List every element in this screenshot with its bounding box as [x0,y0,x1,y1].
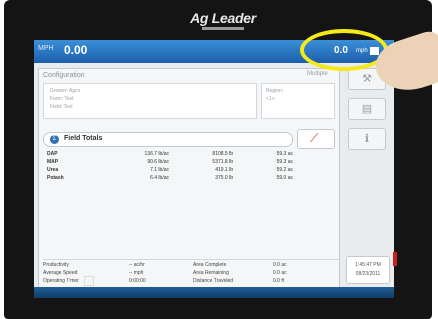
document-icon: ▤ [361,103,373,115]
summary-value: 0.0 ac [273,262,287,268]
wrench-icon: ⚒ [362,73,372,85]
applicator-icon: ⟋ [310,131,319,145]
region-value: <1> [266,96,275,102]
field-totals-title: Field Totals [64,135,103,142]
summary-value: 0:00:00 [129,278,146,284]
product-area: 59.3 ac [276,151,293,157]
product-name: DAP [47,151,58,157]
info-button[interactable]: ℹ [348,128,386,150]
grid-icon[interactable] [84,276,94,286]
region-label: Region: [266,88,284,94]
region-box[interactable]: Region: <1> [261,83,335,119]
summary-label: Productivity [43,262,69,268]
table-row: MAP 90.6 lb/ac 5371.8 lb 59.3 ac [47,159,337,167]
summary-value: -- ac/hr [129,262,145,268]
summary-label: Distance Traveled [193,278,234,284]
field-line: Field: Test [50,104,73,110]
configuration-title: Configuration [43,72,85,79]
report-button[interactable]: ▤ [348,98,386,120]
summary-value: 0.0 ac [273,270,287,276]
configuration-mode: Multiple [307,71,328,77]
summary-value: 0.0 ft [273,278,285,284]
product-total: 375.0 lb [215,175,233,181]
product-rate: 90.6 lb/ac [147,159,169,165]
product-total: 8108.5 lb [212,151,233,157]
status-led [393,252,397,266]
clock-date: 08/23/2011 [355,271,381,277]
product-name: Urea [47,167,59,173]
clock-box: 1:45:47 PM 08/23/2011 [346,256,390,284]
clock-time: 1:45:47 PM [355,262,381,268]
product-rate: 136.7 lb/ac [144,151,169,157]
main-panel: Configuration Multiple Grower: Agco Farm… [38,68,340,288]
farm-line: Farm: Test [50,96,74,102]
brand-underline [202,27,244,30]
product-area: 59.3 ac [276,159,293,165]
field-totals-table: DAP 136.7 lb/ac 8108.5 lb 59.3 ac MAP 90… [47,151,337,183]
table-row: Urea 7.1 lb/ac 419.1 lb 59.2 ac [47,167,337,175]
home-icon[interactable]: ⌂ [64,274,71,286]
summary-row: Productivity -- ac/hr Area Complete 0.0 … [43,262,339,270]
bottom-bar [34,287,394,298]
summary-label: Average Speed [43,270,78,276]
product-area: 59.0 ac [276,175,293,181]
product-total: 419.1 lb [215,167,233,173]
grower-line: Grower: Agco [50,88,81,94]
summary-value: -- mph [129,270,144,276]
speed-value-left[interactable]: 0.00 [64,43,87,57]
table-row: DAP 136.7 lb/ac 8108.5 lb 59.3 ac [47,151,337,159]
product-rate: 6.4 lb/ac [150,175,169,181]
field-totals-tab[interactable]: Σ Field Totals [43,132,293,147]
product-name: Potash [47,175,64,181]
speed-label-left: MPH [38,45,54,52]
brand-logo: Ag Leader [190,10,256,26]
table-row: Potash 6.4 lb/ac 375.0 lb 59.0 ac [47,175,337,183]
product-area: 59.2 ac [276,167,293,173]
summary-label: Operating Timer [43,278,79,284]
totals-icon: Σ [50,135,59,144]
applicator-button[interactable]: ⟋ [297,129,335,149]
product-rate: 7.1 lb/ac [150,167,169,173]
product-name: MAP [47,159,59,165]
configuration-box[interactable]: Grower: Agco Farm: Test Field: Test [43,83,257,119]
product-total: 5371.8 lb [212,159,233,165]
side-toolbar: ⚒ ▤ ℹ 1:45:47 PM 08/23/2011 [344,68,390,286]
summary-label: Area Complete [193,262,227,268]
summary-label: Area Remaining [193,270,229,276]
screen: MPH 0.00 0.0 mph Configuration Multiple … [34,40,394,298]
info-icon: ℹ [364,133,370,145]
